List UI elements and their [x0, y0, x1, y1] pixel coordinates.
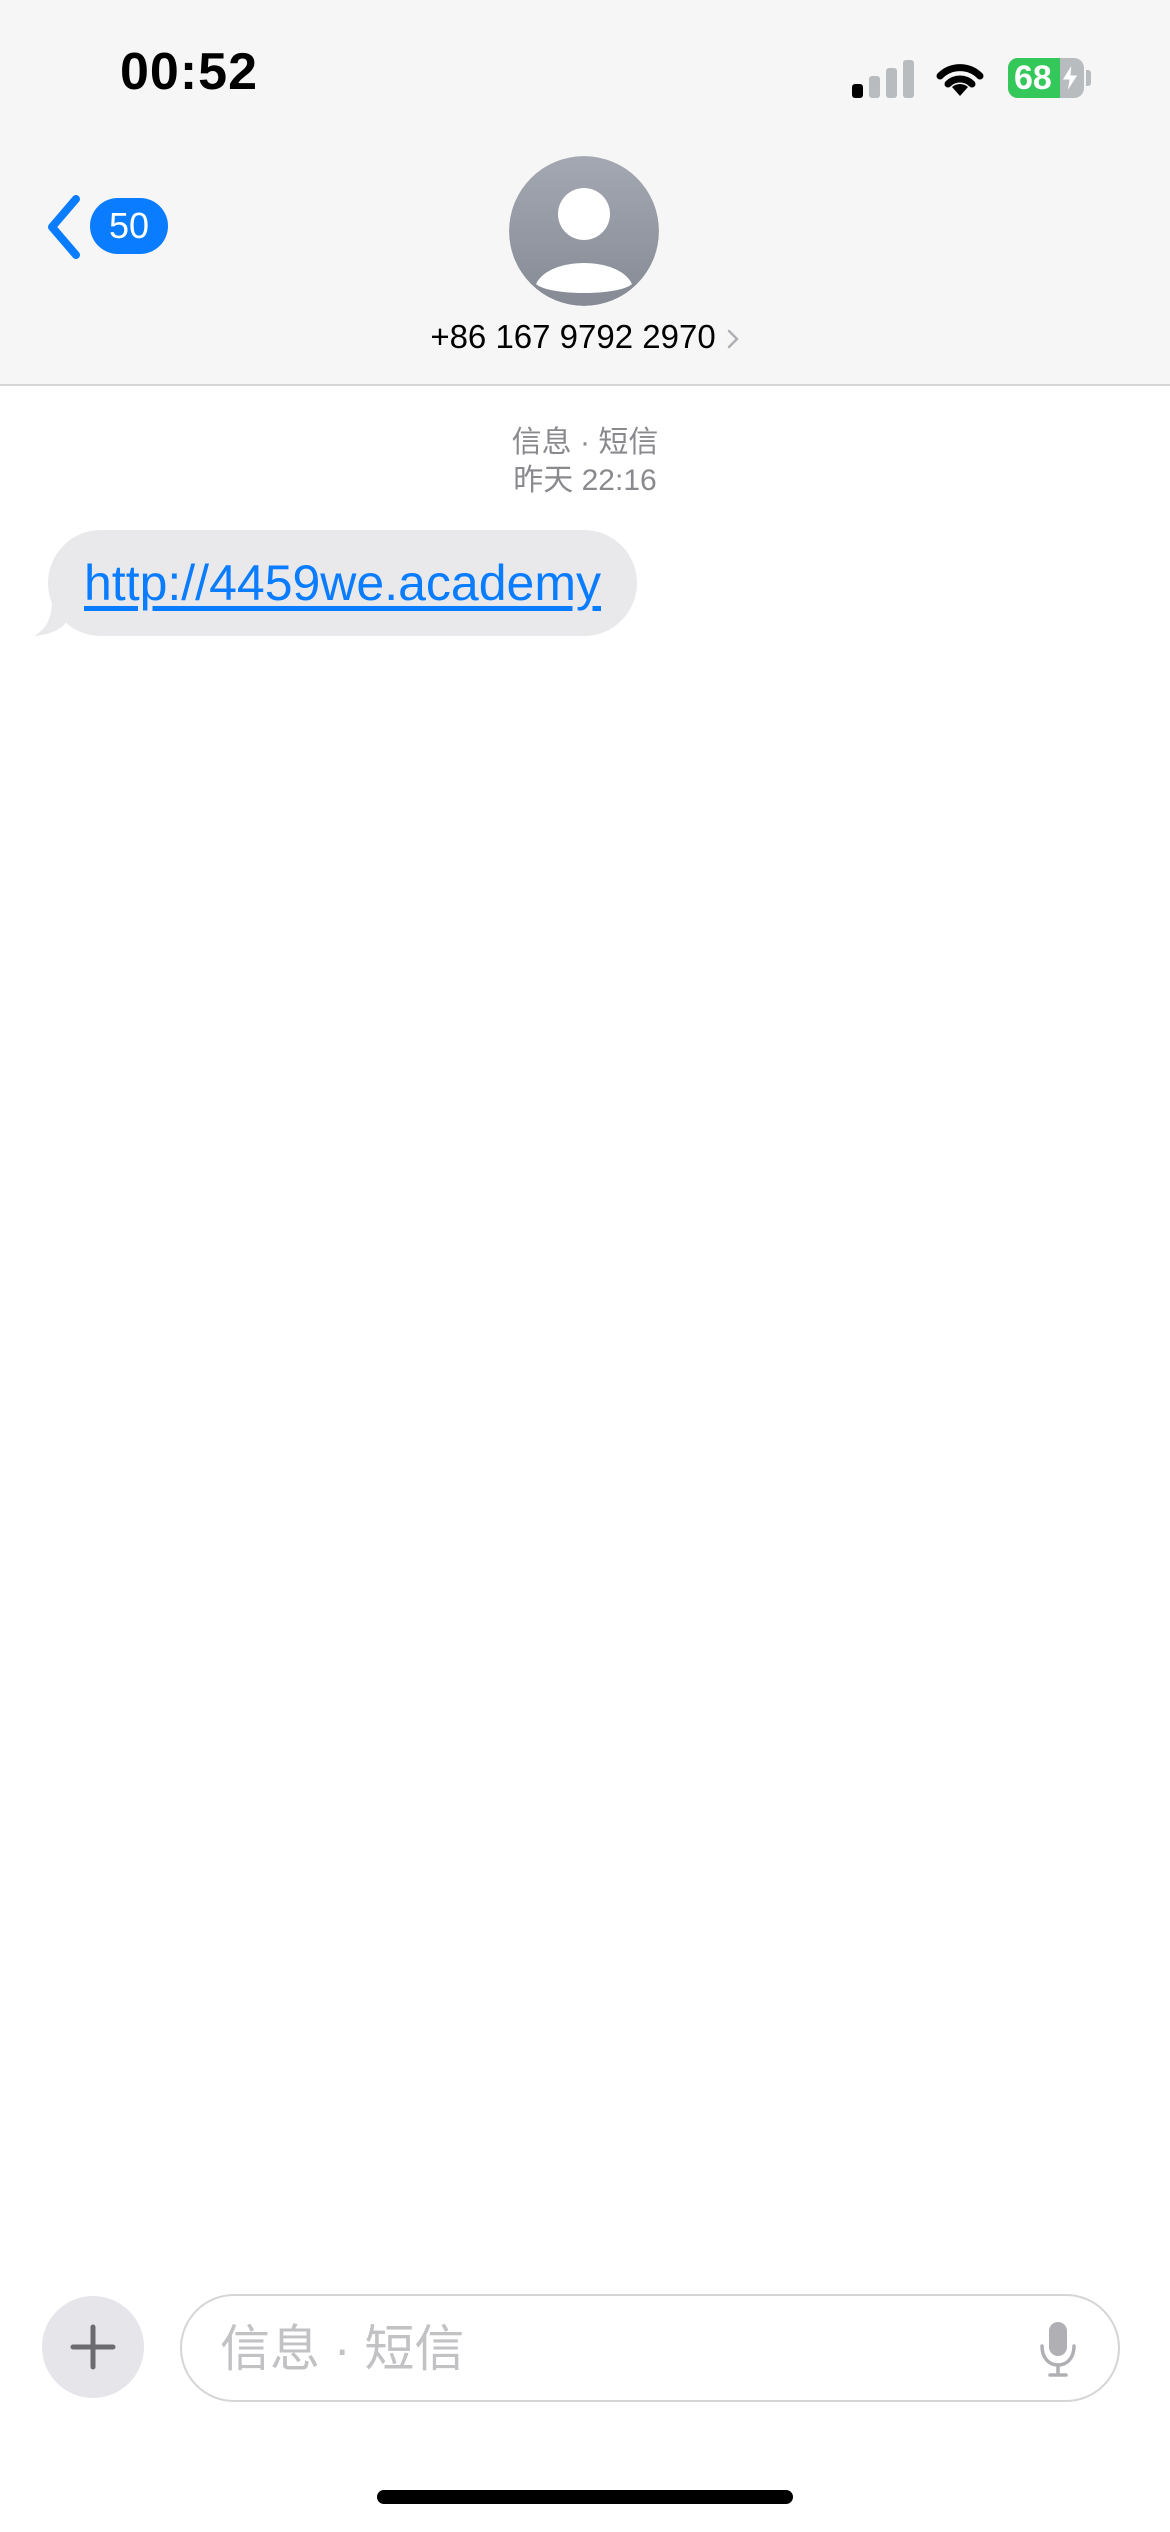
conversation-meta: 信息 · 短信 昨天 22:16 [0, 424, 1170, 500]
chevron-right-icon [727, 330, 739, 349]
unread-count-badge: 50 [90, 198, 168, 254]
battery-icon: 68 [1008, 58, 1084, 98]
message-link[interactable]: http://4459we.academy [84, 554, 601, 612]
conversation-header: 00:52 68 50 +86 167 9792 2970 [0, 0, 1170, 386]
add-attachment-button[interactable] [42, 2296, 144, 2398]
contact-name-label: +86 167 9792 2970 [430, 318, 716, 355]
battery-cap [1086, 70, 1091, 86]
plus-icon [70, 2324, 116, 2370]
message-bubble-incoming: http://4459we.academy [48, 530, 637, 636]
message-input[interactable] [218, 2296, 1002, 2402]
contact-avatar-icon[interactable] [509, 156, 659, 306]
back-button[interactable]: 50 [44, 190, 174, 262]
message-input-container[interactable] [180, 2294, 1120, 2402]
signal-icon [852, 58, 914, 98]
status-time: 00:52 [120, 43, 258, 101]
contact-name[interactable]: +86 167 9792 2970 [0, 318, 1170, 356]
home-indicator[interactable] [377, 2490, 793, 2504]
microphone-icon[interactable] [1038, 2320, 1078, 2378]
message-timestamp: 昨天 22:16 [513, 464, 657, 497]
wifi-icon [936, 64, 984, 96]
charging-bolt-icon [1061, 64, 1079, 92]
service-label: 信息 · 短信 [511, 426, 659, 459]
back-chevron-icon [48, 195, 80, 259]
